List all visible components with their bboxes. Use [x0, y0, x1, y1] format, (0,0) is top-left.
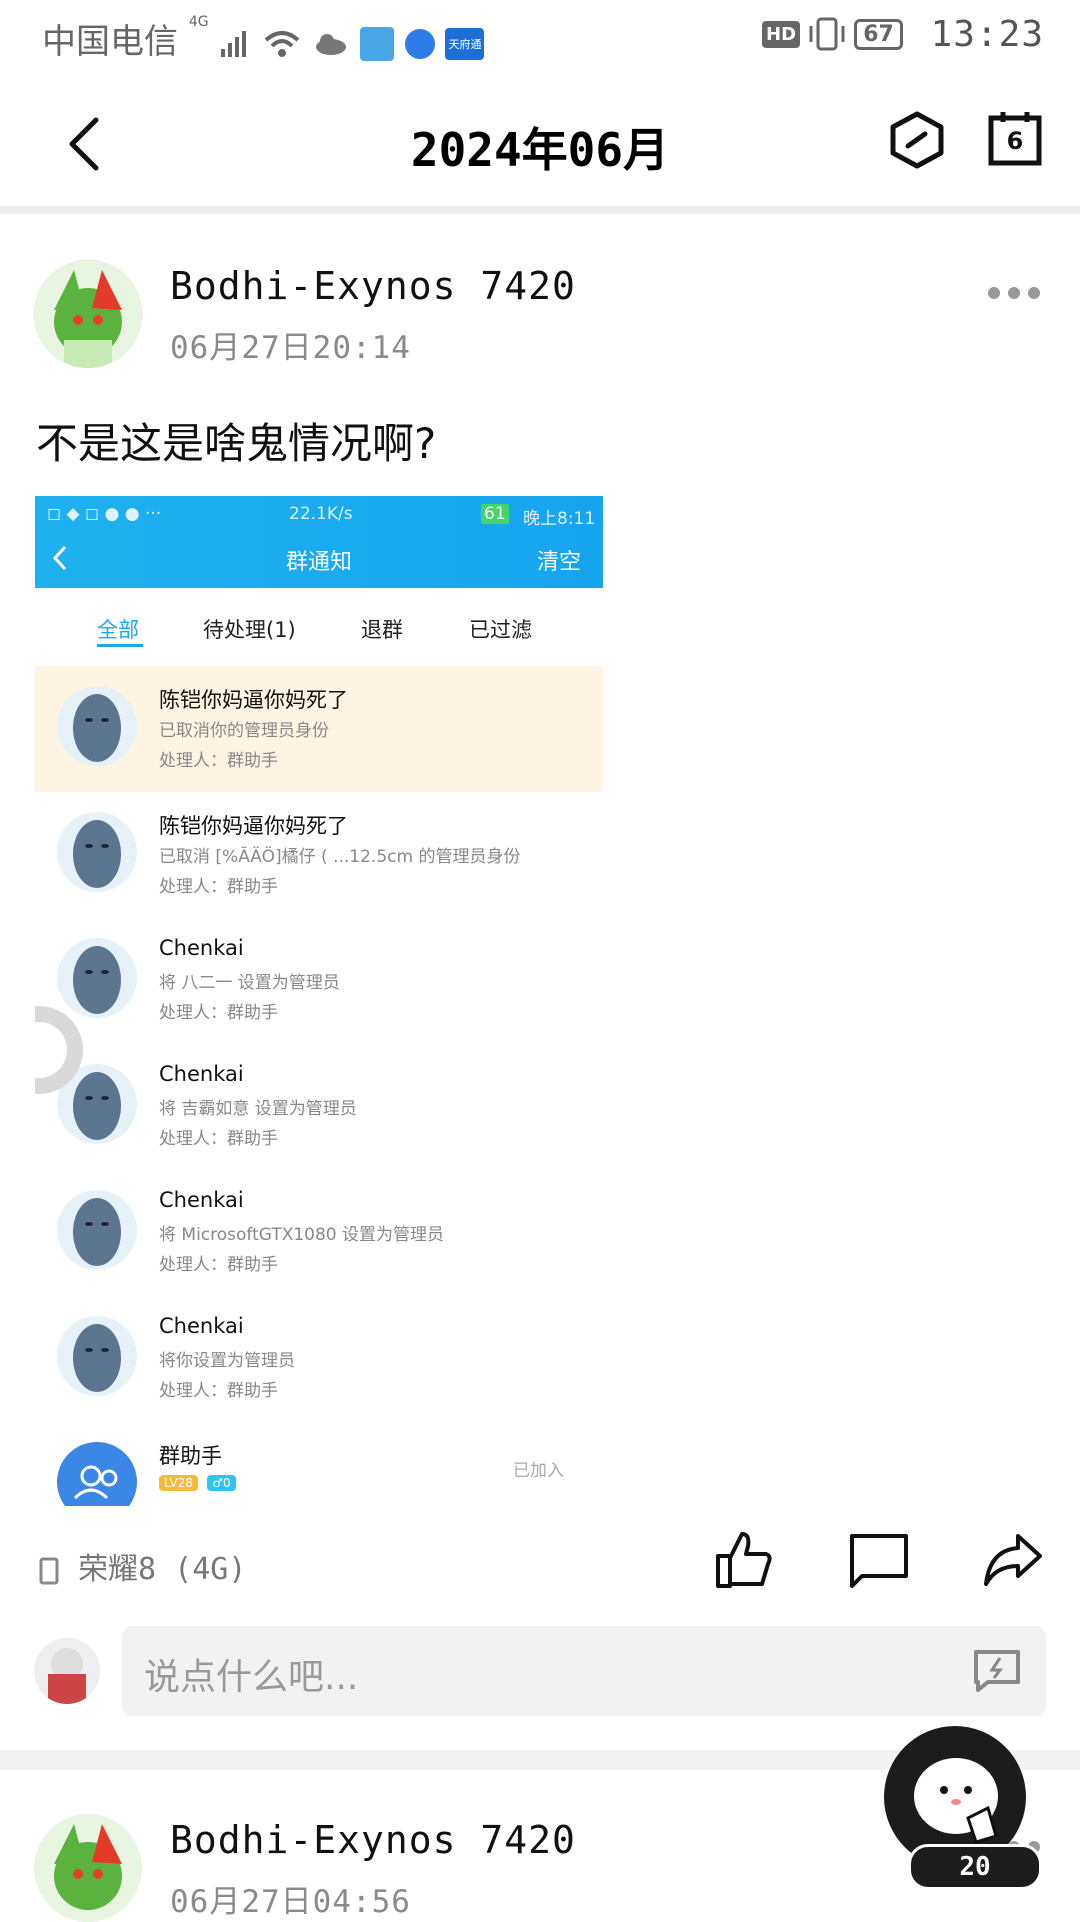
notice-handler: 处理人：群助手 — [159, 751, 278, 771]
notice-name: Chenkai — [159, 936, 244, 960]
face-avatar-icon — [57, 812, 137, 892]
device-info: 荣耀8 (4G) — [38, 1544, 246, 1588]
notice-handler: 处理人：群助手 — [159, 1129, 278, 1149]
avatar-image-icon — [34, 260, 142, 368]
hd-icon: HD — [762, 20, 801, 48]
status-carrier: 中国电信 4G 天府通 — [42, 14, 485, 63]
shot-tab-left: 退群 — [361, 618, 403, 642]
notice-handler: 处理人：群助手 — [159, 1255, 278, 1275]
level-badge: LV28 — [159, 1475, 198, 1491]
comment-icon[interactable] — [848, 1528, 910, 1590]
notice-badges: LV28 ♂0 — [159, 1472, 240, 1492]
current-user-avatar[interactable] — [34, 1638, 100, 1704]
status-bar: 中国电信 4G 天府通 HD 67 13:23 — [0, 0, 1080, 76]
signal-bars-icon — [221, 30, 247, 57]
shot-notice-row: 群助手 LV28 ♂0 已加入 — [35, 1422, 603, 1506]
notice-handler: 处理人：群助手 — [159, 877, 278, 897]
author-name[interactable]: Bodhi-Exynos 7420 — [170, 264, 576, 308]
calendar-day: 6 — [1006, 127, 1024, 155]
user-avatar-image-icon — [34, 1638, 100, 1704]
shot-clear-button: 清空 — [536, 550, 581, 575]
comment-placeholder: 说点什么吧... — [144, 1657, 359, 1698]
comment-input[interactable]: 说点什么吧... — [122, 1626, 1046, 1716]
shot-tab-pending: 待处理(1) — [203, 618, 296, 642]
face-avatar-icon — [57, 686, 137, 766]
calendar-icon[interactable]: 6 — [988, 110, 1042, 166]
notice-name: Chenkai — [159, 1062, 244, 1086]
shot-notice-row: 陈铠你妈逼你妈死了 已取消你的管理员身份 处理人：群助手 — [35, 666, 603, 792]
next-author-avatar[interactable] — [34, 1814, 142, 1922]
shot-notice-row: 陈铠你妈逼你妈死了 已取消 [%ÃÄÖ]橘仔 ( ...12.5cm 的管理员身… — [35, 792, 603, 918]
shot-notice-row: Chenkai 将 八二一 设置为管理员 处理人：群助手 — [35, 918, 603, 1044]
group-assistant-icon — [57, 1442, 137, 1506]
status-right-icons: HD 67 — [762, 16, 903, 52]
face-avatar-icon — [57, 1190, 137, 1270]
more-options-icon[interactable] — [988, 284, 1068, 308]
shot-battery: 61 — [481, 504, 509, 524]
gender-badge: ♂0 — [207, 1475, 236, 1491]
status-time: 13:23 — [930, 14, 1044, 55]
post-text: 不是这是啥鬼情况啊? — [36, 419, 437, 468]
next-post-date: 06月27日04:56 — [170, 1884, 411, 1920]
shot-notice-row: Chenkai 将 吉霸如意 设置为管理员 处理人：群助手 — [35, 1044, 603, 1170]
notice-handler: 处理人：群助手 — [159, 1003, 278, 1023]
signal-icon: 4G — [188, 14, 209, 30]
notice-name: 陈铠你妈逼你妈死了 — [159, 814, 348, 838]
like-icon[interactable] — [712, 1528, 774, 1590]
share-icon[interactable] — [982, 1528, 1044, 1590]
wifi-icon — [264, 30, 300, 57]
notice-status: 已加入 — [513, 1461, 564, 1481]
quick-reply-icon[interactable] — [972, 1648, 1022, 1694]
notice-handler: 处理人：群助手 — [159, 1381, 278, 1401]
notice-name: 陈铠你妈逼你妈死了 — [159, 688, 348, 712]
face-avatar-icon — [57, 1316, 137, 1396]
shot-notice-row: Chenkai 将 MicrosoftGTX1080 设置为管理员 处理人：群助… — [35, 1170, 603, 1296]
hexagon-icon[interactable] — [888, 110, 946, 170]
notice-desc: 将 MicrosoftGTX1080 设置为管理员 — [159, 1225, 445, 1245]
carrier-label: 中国电信 — [42, 22, 178, 62]
browser-icon — [404, 28, 435, 59]
shot-notice-row: Chenkai 将你设置为管理员 处理人：群助手 — [35, 1296, 603, 1422]
avatar-image-icon — [34, 1814, 142, 1922]
battery-icon: 67 — [854, 18, 903, 50]
app-notification-icon — [359, 26, 394, 61]
phone-icon — [39, 1557, 59, 1584]
notice-name: Chenkai — [159, 1188, 244, 1212]
shot-title: 群通知 — [285, 550, 352, 575]
post-image[interactable]: ◻ ◆ ◻ ● ● ··· 22.1K/s 61 晚上8:11 群通知 清空 全… — [35, 496, 603, 1506]
floating-count-badge: 20 — [908, 1844, 1042, 1890]
notice-desc: 已取消你的管理员身份 — [159, 721, 329, 741]
shot-tab-filtered: 已过滤 — [469, 618, 532, 642]
face-avatar-icon — [57, 938, 137, 1018]
vibrate-icon — [809, 17, 845, 51]
notice-name: 群助手 — [159, 1444, 222, 1468]
shot-time: 晚上8:11 — [523, 509, 596, 529]
device-label: 荣耀8 (4G) — [78, 1552, 247, 1587]
cloud-icon — [316, 33, 347, 55]
notice-desc: 已取消 [%ÃÄÖ]橘仔 ( ...12.5cm 的管理员身份 — [159, 847, 521, 867]
notice-desc: 将你设置为管理员 — [159, 1351, 295, 1371]
shot-net-speed: 22.1K/s — [289, 504, 353, 524]
shot-tab-all: 全部 — [97, 618, 139, 642]
notice-name: Chenkai — [159, 1314, 244, 1338]
shot-status-bar: ◻ ◆ ◻ ● ● ··· 22.1K/s 61 晚上8:11 — [35, 496, 603, 532]
notice-desc: 将 吉霸如意 设置为管理员 — [159, 1099, 357, 1119]
post-date: 06月27日20:14 — [170, 330, 411, 366]
nav-bar: 2024年06月 6 — [0, 76, 1080, 214]
next-author-name[interactable]: Bodhi-Exynos 7420 — [170, 1818, 576, 1862]
author-avatar[interactable] — [34, 260, 142, 368]
shot-status-icons: ◻ ◆ ◻ ● ● ··· — [47, 504, 162, 524]
tianfutong-icon: 天府通 — [445, 27, 485, 60]
notice-desc: 将 八二一 设置为管理员 — [159, 973, 340, 993]
shot-header: ◻ ◆ ◻ ● ● ··· 22.1K/s 61 晚上8:11 群通知 清空 — [35, 496, 603, 588]
shot-tab-underline — [97, 644, 143, 647]
